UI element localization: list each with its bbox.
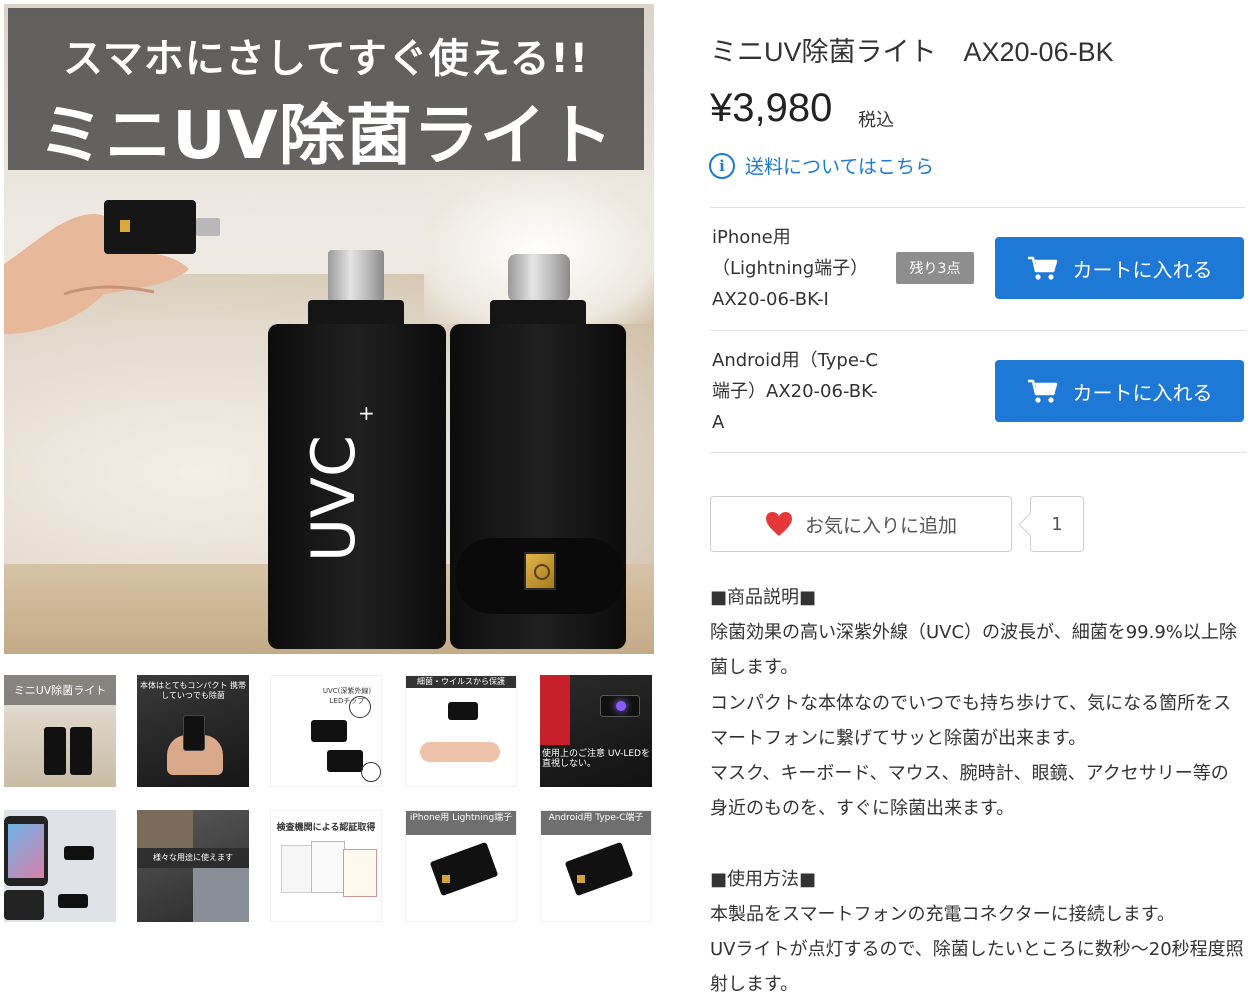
thumbnail-phone-screen [8,824,44,878]
svg-text:UVC: UVC [299,435,369,562]
favorites-count: 1 [1030,496,1084,552]
thumbnail-2[interactable]: 本体はとてもコンパクト 携帯していつでも除菌 [137,675,249,787]
thumbnail-zoom-circle [349,696,371,718]
thumbnail-device [311,720,347,742]
small-device-plug [196,218,220,236]
tax-label: 税込 [858,110,894,131]
thumbnail-device [44,727,66,775]
usage-paragraph: UVライトが点灯するので、除菌したいところに数秒～20秒程度照射します。 [710,939,1244,996]
hand-illustration [4,214,189,334]
thumbnail-chip [442,875,450,883]
variant-name-android: Android用（Type-C端子）AX20-06-BK-A [712,350,878,433]
description-paragraph: マスク、キーボード、マウス、腕時計、眼鏡、アクセサリー等の身近のものを、すぐに除… [710,763,1229,820]
shipping-link-text: 送料についてはこちら [745,156,935,178]
svg-text:+: + [358,404,375,425]
lightning-plug [328,250,384,302]
thumbnail-certificate [311,841,345,893]
add-to-cart-button-android[interactable]: カートに入れる [995,360,1244,422]
description-heading: ■商品説明■ [710,587,817,608]
add-to-cart-button-iphone[interactable]: カートに入れる [995,237,1244,299]
thumbnail-photo [137,810,193,848]
info-icon: i [709,152,735,179]
cart-icon [1027,379,1057,403]
divider [710,330,1246,331]
product-main-image[interactable]: UVC + スマホにさしてすぐ使える!! ミニUV除菌ライト [4,4,654,654]
thumbnail-5[interactable]: 使用上のご注意 UV-LEDを直視しない。 [540,675,652,787]
thumbnail-device [70,727,92,775]
thumbnail-caption: 本体はとてもコンパクト 携帯していつでも除菌 [140,681,246,700]
product-price: ¥3,980 [710,86,833,130]
thumbnail-caption: 検査機関による認証取得 [276,823,376,833]
thumbnail-zoom-circle [361,762,381,782]
thumbnail-device [58,894,88,908]
divider [710,207,1246,208]
usage-heading: ■使用方法■ [710,868,817,890]
thumbnail-8[interactable]: 検査機関による認証取得 [270,810,382,922]
thumbnail-caption: ミニUV除菌ライト [13,684,107,697]
thumbnail-phone [540,675,570,745]
thumbnail-certificate [343,849,377,897]
thumbnail-6[interactable] [4,810,116,922]
variant-name-iphone: iPhone用（Lightning端子）AX20-06-BK-I [712,227,869,310]
banner-product-name: ミニUV除菌ライト [38,97,614,174]
typec-plug [508,254,570,302]
small-device [104,200,220,254]
stock-badge: 残り3点 [896,252,974,284]
thumbnail-phone [4,890,44,920]
favorites-label: お気に入りに追加 [804,514,957,537]
thumbnail-device [64,846,94,860]
thumbnail-device [564,841,634,897]
thumbnail-caption: 細菌・ウイルスから保護 [417,677,505,686]
thumbnail-caption: 様々な用途に使えます [153,853,233,862]
thumbnail-9[interactable]: iPhone用 Lightning端子 [405,810,517,922]
shipping-info-link[interactable]: i 送料についてはこちら [709,152,934,179]
thumbnail-1[interactable]: ミニUV除菌ライト [4,675,116,787]
small-device-chip [120,220,130,232]
cart-icon [1027,256,1057,280]
thumbnail-4[interactable]: 細菌・ウイルスから保護 [405,675,517,787]
thumbnail-10[interactable]: Android用 Type-C端子 [540,810,652,922]
add-to-favorites-button[interactable]: お気に入りに追加 [710,496,1012,552]
divider [710,452,1246,453]
uv-led-chip [524,552,556,590]
add-to-cart-label: カートに入れる [1072,380,1213,405]
thumbnail-device [183,715,205,751]
thumbnail-caption: Android用 Type-C端子 [548,813,644,823]
add-to-cart-label: カートに入れる [1072,257,1213,282]
thumbnail-caption: iPhone用 Lightning端子 [409,813,513,823]
thumbnail-hand [420,742,500,762]
heart-icon [765,512,792,536]
thumbnail-device [429,841,499,897]
thumbnail-photo [193,868,249,922]
description-paragraph: コンパクトな本体なのでいつでも持ち歩けて、気になる箇所をスマートフォンに繋げてサ… [710,692,1232,749]
thumbnail-chip [577,875,585,883]
thumbnail-certificate [281,845,315,893]
uvc-logo: UVC + [299,404,375,562]
description-spacer [710,826,1246,861]
description-paragraph: 除菌効果の高い深紫外線（UVC）の波長が、細菌を99.9%以上除菌します。 [710,622,1237,679]
product-description: ■商品説明■ 除菌効果の高い深紫外線（UVC）の波長が、細菌を99.9%以上除菌… [710,580,1246,1002]
usage-paragraph: 本製品をスマートフォンの充電コネクターに接続します。 [710,903,1175,925]
thumbnail-device [327,750,363,772]
thumbnail-3[interactable]: UVC(深紫外線) LEDチップ [270,675,382,787]
thumbnail-caption: 使用上のご注意 UV-LEDを直視しない。 [542,749,650,769]
product-title: ミニUV除菌ライト AX20-06-BK [710,37,1114,67]
thumbnail-7[interactable]: 様々な用途に使えます [137,810,249,922]
thumbnail-uv-glow [616,701,626,711]
thumbnail-device [448,702,478,720]
banner-tagline: スマホにさしてすぐ使える!! [62,36,590,82]
